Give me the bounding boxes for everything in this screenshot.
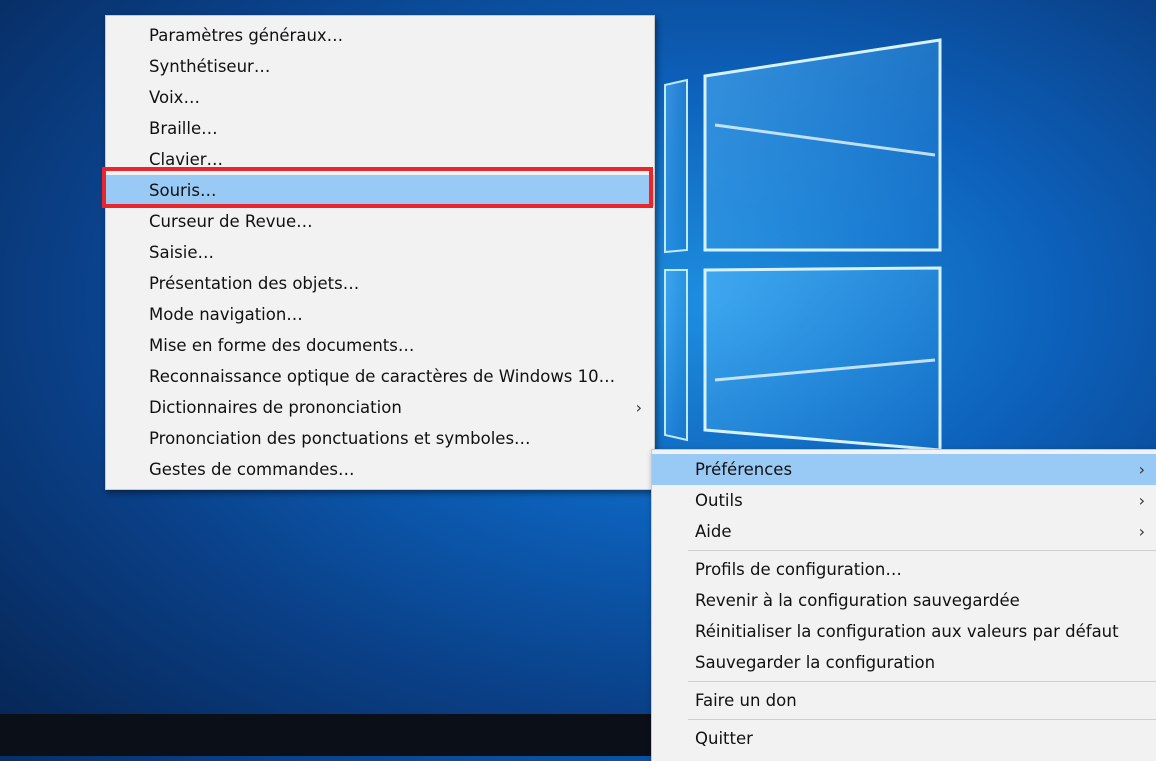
menu-item-keyboard[interactable]: Clavier…: [106, 144, 654, 175]
menu-item-label: Faire un don: [695, 691, 797, 710]
menu-item-object-presentation[interactable]: Présentation des objets…: [106, 268, 654, 299]
chevron-right-icon: ›: [635, 398, 642, 417]
menu-item-label: Synthétiseur…: [149, 57, 271, 76]
menu-item-label: Profils de configuration…: [695, 560, 902, 579]
menu-item-windows-ocr[interactable]: Reconnaissance optique de caractères de …: [106, 361, 654, 392]
menu-item-save-config[interactable]: Sauvegarder la configuration: [652, 647, 1156, 678]
menu-item-label: Saisie…: [149, 243, 215, 262]
menu-item-tools[interactable]: Outils ›: [652, 485, 1156, 516]
chevron-right-icon: ›: [1138, 522, 1145, 541]
menu-item-label: Curseur de Revue…: [149, 212, 313, 231]
menu-item-speech-dictionaries[interactable]: Dictionnaires de prononciation ›: [106, 392, 654, 423]
menu-item-label: Présentation des objets…: [149, 274, 360, 293]
menu-item-label: Reconnaissance optique de caractères de …: [149, 367, 616, 386]
menu-item-input[interactable]: Saisie…: [106, 237, 654, 268]
menu-item-punctuation-symbols[interactable]: Prononciation des ponctuations et symbol…: [106, 423, 654, 454]
menu-item-label: Paramètres généraux…: [149, 26, 344, 45]
menu-item-label: Gestes de commandes…: [149, 460, 355, 479]
menu-separator: [688, 719, 1156, 720]
menu-item-mouse[interactable]: Souris…: [106, 175, 654, 206]
menu-item-revert-config[interactable]: Revenir à la configuration sauvegardée: [652, 585, 1156, 616]
menu-item-voice[interactable]: Voix…: [106, 82, 654, 113]
menu-item-document-formatting[interactable]: Mise en forme des documents…: [106, 330, 654, 361]
menu-item-label: Sauvegarder la configuration: [695, 653, 936, 672]
menu-item-label: Braille…: [149, 119, 218, 138]
menu-item-exit[interactable]: Quitter: [652, 723, 1156, 754]
menu-item-review-cursor[interactable]: Curseur de Revue…: [106, 206, 654, 237]
menu-item-label: Réinitialiser la configuration aux valeu…: [695, 622, 1119, 641]
menu-item-label: Préférences: [695, 460, 793, 479]
menu-item-preferences[interactable]: Préférences ›: [652, 454, 1156, 485]
menu-item-browse-mode[interactable]: Mode navigation…: [106, 299, 654, 330]
menu-item-general-settings[interactable]: Paramètres généraux…: [106, 20, 654, 51]
menu-item-braille[interactable]: Braille…: [106, 113, 654, 144]
menu-item-label: Voix…: [149, 88, 200, 107]
main-menu: Préférences › Outils › Aide › Profils de co…: [651, 449, 1156, 761]
menu-item-label: Outils: [695, 491, 743, 510]
menu-item-label: Revenir à la configuration sauvegardée: [695, 591, 1020, 610]
menu-item-donate[interactable]: Faire un don: [652, 685, 1156, 716]
menu-item-synthesizer[interactable]: Synthétiseur…: [106, 51, 654, 82]
menu-item-label: Quitter: [695, 729, 753, 748]
menu-separator: [688, 681, 1156, 682]
menu-item-label: Mise en forme des documents…: [149, 336, 415, 355]
chevron-right-icon: ›: [1138, 491, 1145, 510]
menu-separator: [688, 550, 1156, 551]
windows-logo-wallpaper: [664, 38, 942, 452]
menu-item-label: Prononciation des ponctuations et symbol…: [149, 429, 531, 448]
menu-item-reset-config[interactable]: Réinitialiser la configuration aux valeu…: [652, 616, 1156, 647]
menu-item-label: Aide: [695, 522, 732, 541]
menu-item-help[interactable]: Aide ›: [652, 516, 1156, 547]
menu-item-config-profiles[interactable]: Profils de configuration…: [652, 554, 1156, 585]
menu-item-input-gestures[interactable]: Gestes de commandes…: [106, 454, 654, 485]
preferences-submenu: Paramètres généraux… Synthétiseur… Voix……: [105, 15, 655, 490]
chevron-right-icon: ›: [1138, 460, 1145, 479]
menu-item-label: Souris…: [149, 181, 217, 200]
menu-item-label: Clavier…: [149, 150, 224, 169]
menu-item-label: Dictionnaires de prononciation: [149, 398, 402, 417]
menu-item-label: Mode navigation…: [149, 305, 303, 324]
